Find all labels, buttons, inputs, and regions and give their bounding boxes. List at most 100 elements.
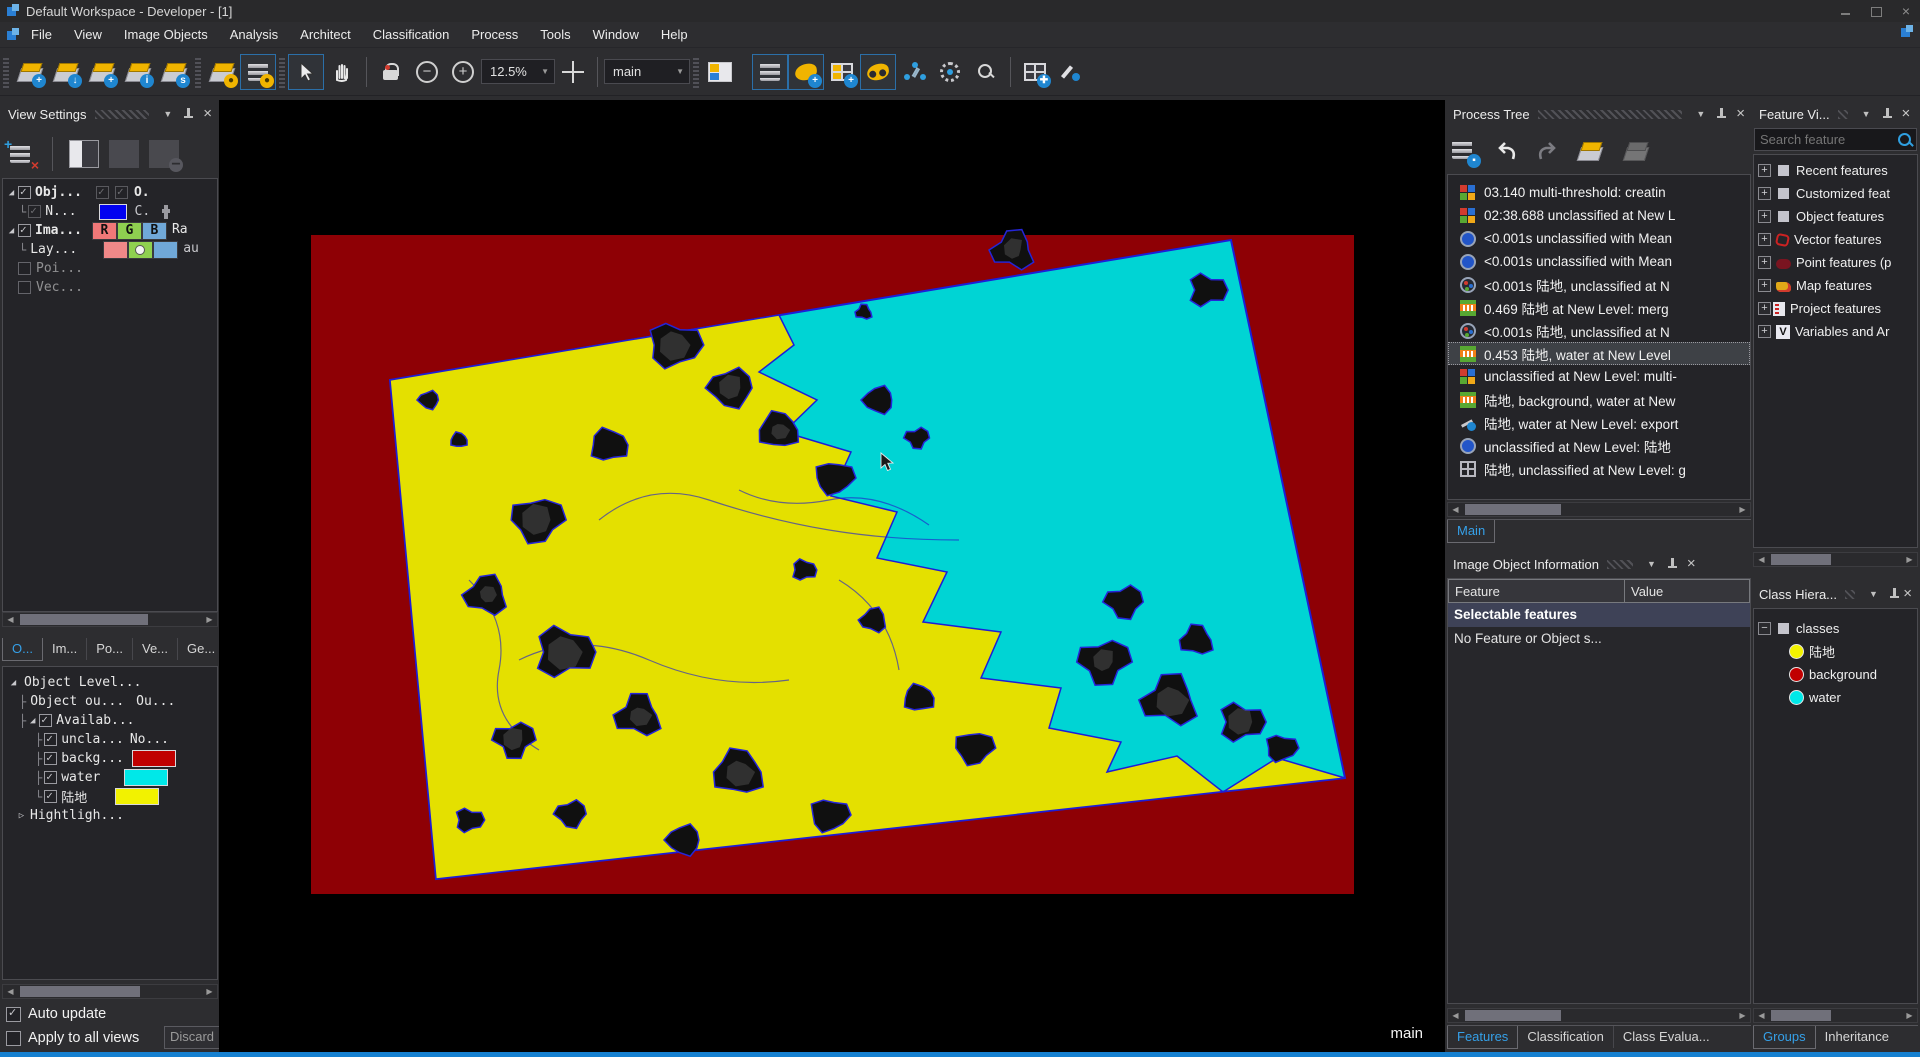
menu-process[interactable]: Process <box>460 22 529 48</box>
scroll-right-icon[interactable]: ▶ <box>1902 553 1917 566</box>
process-row[interactable]: <0.001s 陆地, unclassified at N <box>1448 273 1750 296</box>
menu-image-objects[interactable]: Image Objects <box>113 22 219 48</box>
tree-row-unclassified[interactable]: ├ uncla... No... <box>7 730 217 749</box>
tree-row-highlight[interactable]: ▷ Hightligh... <box>7 806 217 825</box>
scroll-left-icon[interactable]: ◀ <box>1754 1009 1769 1022</box>
menu-window[interactable]: Window <box>582 22 650 48</box>
process-row[interactable]: 03.140 multi-threshold: creatin <box>1448 181 1750 204</box>
horizontal-scrollbar[interactable]: ◀ ▶ <box>1447 1008 1751 1023</box>
menu-file[interactable]: File <box>20 22 63 48</box>
expand-plus-icon[interactable]: + <box>1758 279 1771 292</box>
scroll-left-icon[interactable]: ◀ <box>1448 1009 1463 1022</box>
slider-pin-icon[interactable] <box>164 205 168 219</box>
checkbox[interactable] <box>28 205 41 218</box>
chevron-down-icon[interactable]: ▼ <box>671 67 689 76</box>
chevron-down-icon[interactable]: ▼ <box>1869 589 1878 599</box>
chevron-down-icon[interactable]: ▼ <box>536 67 554 76</box>
toolbar-drag-handle[interactable] <box>279 56 285 88</box>
discard-button[interactable]: Discard <box>164 1026 220 1049</box>
tree-row-vector[interactable]: Vec... <box>5 278 217 297</box>
tab-inheritance[interactable]: Inheritance <box>1816 1026 1898 1048</box>
zoom-level-select[interactable]: 12.5% ▼ <box>481 59 555 84</box>
tree-row-number[interactable]: └ N... C. <box>5 202 217 221</box>
auto-update-checkbox[interactable] <box>6 1007 21 1022</box>
menu-tools[interactable]: Tools <box>529 22 581 48</box>
pixel-view-button[interactable] <box>860 54 896 90</box>
tree-row-image-data[interactable]: ◢ Ima... R G B Ra <box>5 221 217 240</box>
band-cell[interactable] <box>103 241 128 259</box>
pin-icon[interactable] <box>184 108 193 120</box>
scroll-right-icon[interactable]: ▶ <box>1735 503 1750 516</box>
menu-architect[interactable]: Architect <box>289 22 362 48</box>
class-color-swatch[interactable] <box>115 788 159 805</box>
tab-classification[interactable]: Classification <box>1518 1026 1614 1048</box>
process-row[interactable]: 陆地, water at New Level: export <box>1448 411 1750 434</box>
child-window-icon[interactable] <box>1900 25 1914 39</box>
class-color-swatch[interactable] <box>124 769 168 786</box>
checkbox[interactable] <box>44 771 57 784</box>
band-cell-blue[interactable]: B <box>142 222 167 240</box>
close-icon[interactable]: × <box>1903 587 1912 601</box>
scroll-right-icon[interactable]: ▶ <box>202 985 217 998</box>
checkbox[interactable] <box>39 714 52 727</box>
class-item-background[interactable]: background <box>1754 663 1917 686</box>
process-row[interactable]: <0.001s 陆地, unclassified at N <box>1448 319 1750 342</box>
expanded-icon[interactable]: ◢ <box>7 678 20 688</box>
color-swatch-blue[interactable] <box>99 204 127 220</box>
tab-class-evaluation[interactable]: Class Evalua... <box>1614 1026 1719 1048</box>
close-icon[interactable]: × <box>1736 107 1745 121</box>
new-workspace-button[interactable]: + <box>12 54 48 90</box>
horizontal-scrollbar[interactable]: ◀ ▶ <box>2 984 218 999</box>
feature-item[interactable]: +Map features <box>1754 274 1917 297</box>
minimize-icon[interactable] <box>1840 5 1852 17</box>
tree-row-layer[interactable]: └ Lay... au <box>5 240 217 259</box>
checkbox[interactable] <box>44 752 57 765</box>
pin-icon[interactable] <box>1883 108 1892 120</box>
band-cell-radio[interactable] <box>128 241 153 259</box>
split-window-button[interactable] <box>702 54 738 90</box>
feature-item[interactable]: +Project features <box>1754 297 1917 320</box>
redo-icon[interactable] <box>1535 139 1561 163</box>
layout-4-button[interactable]: − <box>149 140 179 168</box>
checkbox[interactable] <box>96 186 109 199</box>
undo-icon[interactable] <box>1493 139 1519 163</box>
magic-select-button[interactable] <box>373 54 409 90</box>
classes-root[interactable]: − classes <box>1754 617 1917 640</box>
layer-stack-button[interactable]: ● <box>204 54 240 90</box>
feature-item[interactable]: +Recent features <box>1754 159 1917 182</box>
tree-row-available[interactable]: ├ ◢ Availab... <box>7 711 217 730</box>
edit-view-settings-button[interactable]: + × <box>6 140 36 168</box>
scroll-left-icon[interactable]: ◀ <box>3 613 18 626</box>
tab-object[interactable]: O... <box>2 638 43 661</box>
process-row[interactable]: 02:38.688 unclassified at New L <box>1448 204 1750 227</box>
chevron-down-icon[interactable]: ▼ <box>1647 559 1656 569</box>
view-settings-button[interactable] <box>752 54 788 90</box>
tab-groups[interactable]: Groups <box>1753 1026 1816 1049</box>
process-row[interactable]: 陆地, background, water at New <box>1448 388 1750 411</box>
scroll-thumb[interactable] <box>1465 504 1561 515</box>
expanded-icon[interactable]: ◢ <box>5 226 18 236</box>
scroll-left-icon[interactable]: ◀ <box>3 985 18 998</box>
checkbox[interactable] <box>18 224 31 237</box>
menu-view[interactable]: View <box>63 22 113 48</box>
close-icon[interactable]: × <box>1902 107 1911 121</box>
scroll-thumb[interactable] <box>1771 554 1831 565</box>
scroll-thumb[interactable] <box>20 614 148 625</box>
zoom-area-button[interactable] <box>968 54 1004 90</box>
toolbar-drag-handle[interactable] <box>693 56 699 88</box>
tree-row-point[interactable]: Poi... <box>5 259 217 278</box>
band-cell-red[interactable]: R <box>92 222 117 240</box>
checkbox[interactable] <box>44 733 57 746</box>
sample-stack-disabled-button[interactable] <box>1623 138 1653 164</box>
save-project-button[interactable]: s <box>156 54 192 90</box>
panel-drag-hatch[interactable] <box>1838 110 1848 119</box>
panel-drag-hatch[interactable] <box>95 110 150 119</box>
horizontal-scrollbar[interactable]: ◀ ▶ <box>2 612 218 627</box>
process-row[interactable]: unclassified at New Level: 陆地 <box>1448 434 1750 457</box>
object-tree-button[interactable] <box>896 54 932 90</box>
band-cell-green[interactable]: G <box>117 222 142 240</box>
feature-item[interactable]: +Point features (p <box>1754 251 1917 274</box>
expand-plus-icon[interactable]: + <box>1758 302 1771 315</box>
search-icon[interactable] <box>1897 132 1913 148</box>
class-item-water[interactable]: water <box>1754 686 1917 709</box>
